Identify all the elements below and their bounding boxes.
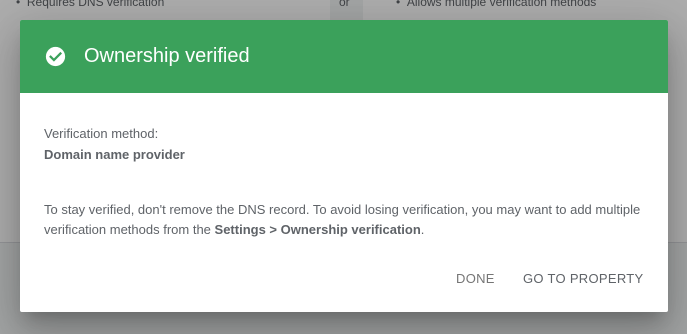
dialog-message-end: . [420, 222, 425, 237]
dialog-title: Ownership verified [84, 45, 250, 67]
check-circle-icon [45, 46, 66, 67]
dialog-header: Ownership verified [20, 20, 668, 93]
settings-path-text: Settings > Ownership verification [214, 222, 421, 237]
go-to-property-button[interactable]: GO TO PROPERTY [523, 270, 644, 288]
dialog-message: To stay verified, don't remove the DNS r… [44, 200, 648, 240]
verification-method-label: Verification method: [44, 126, 159, 141]
verification-method-value: Domain name provider [44, 147, 185, 162]
done-button[interactable]: DONE [456, 270, 495, 288]
ownership-verified-dialog: Ownership verified Verification method: … [20, 20, 668, 312]
